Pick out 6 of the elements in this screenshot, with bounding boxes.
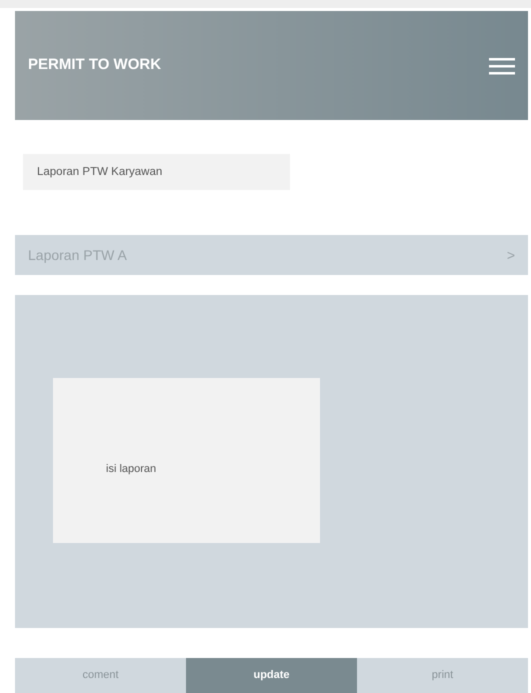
tab[interactable]: print (357, 658, 528, 693)
tab[interactable]: coment (15, 658, 186, 693)
content-text: isi laporan (106, 463, 156, 475)
report-field[interactable]: Laporan PTW Karyawan (23, 154, 290, 190)
tab[interactable]: update (186, 658, 357, 693)
app-title: PERMIT TO WORK (28, 55, 162, 76)
